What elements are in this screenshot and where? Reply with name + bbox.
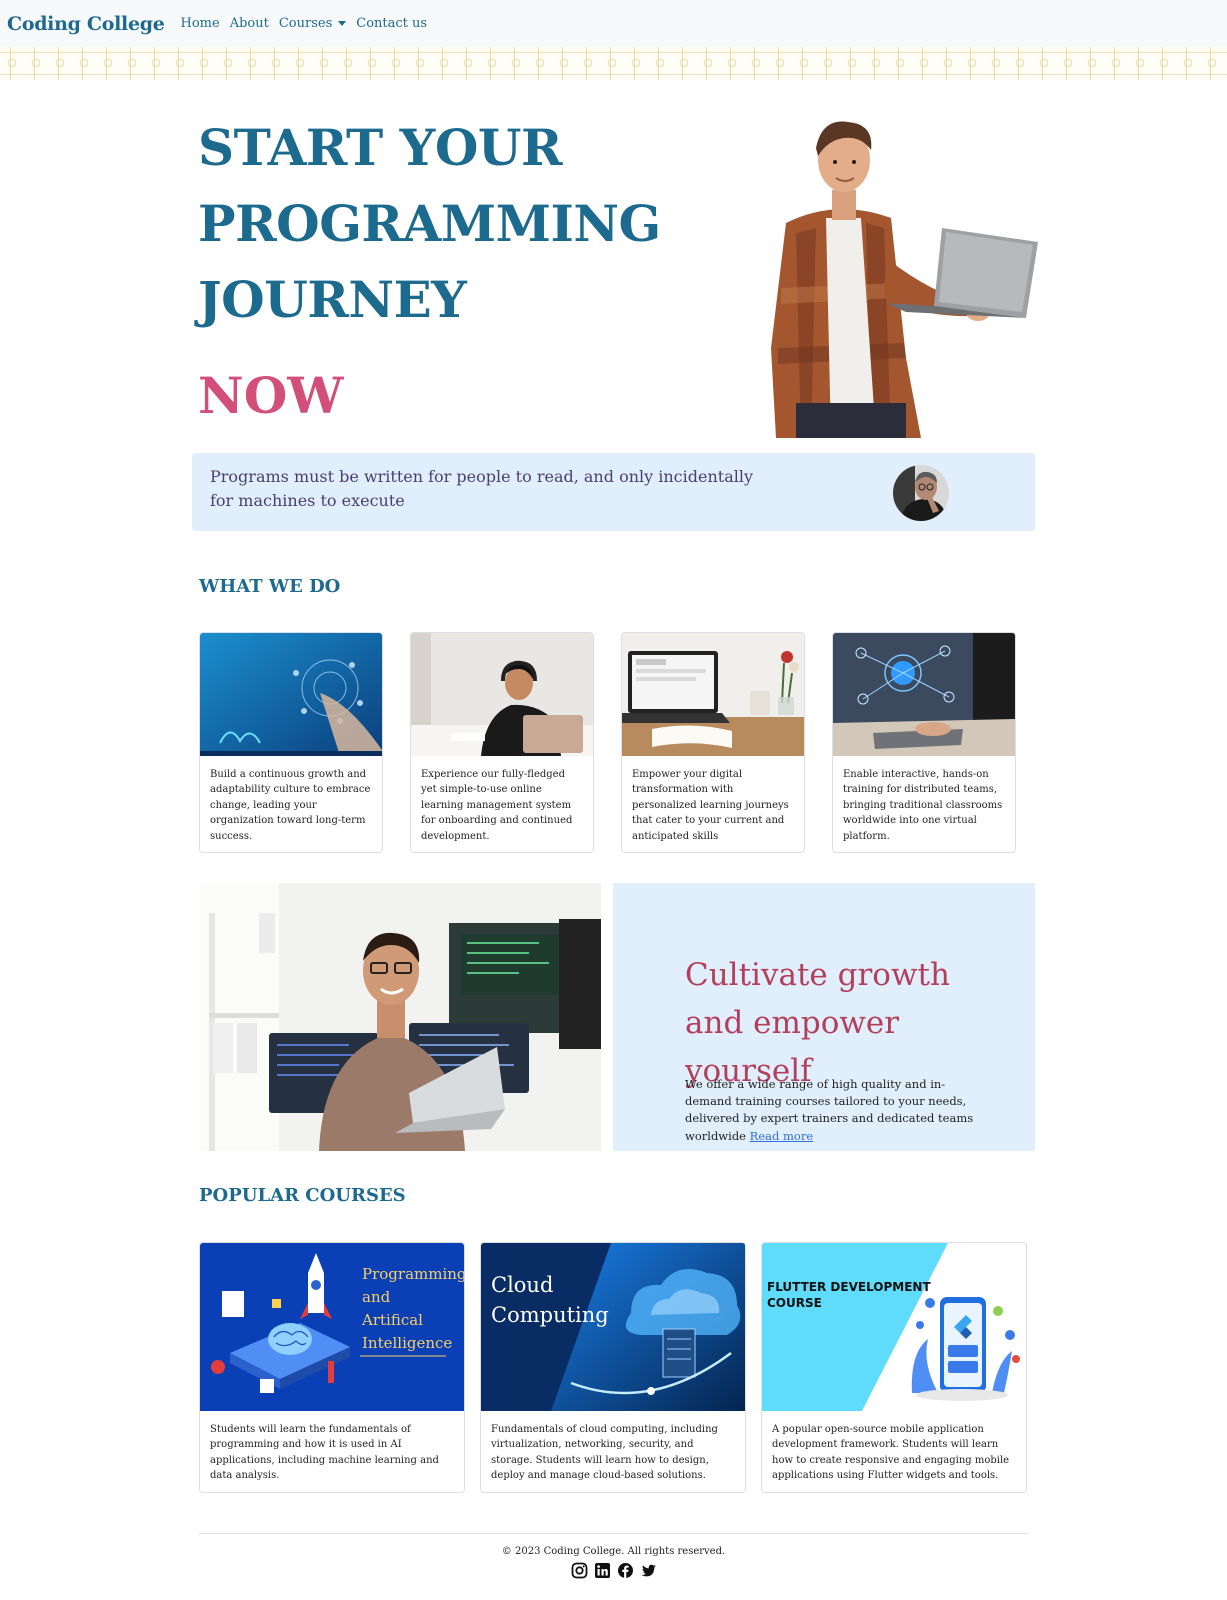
course-card-cloud[interactable]: Cloud Computing Fundamentals of cloud co… <box>480 1242 746 1493</box>
nav-home-link[interactable]: Home <box>181 16 220 31</box>
course-image-line: Computing <box>491 1303 609 1327</box>
brand-logo[interactable]: Coding College <box>7 13 165 35</box>
quote-author-avatar <box>893 465 949 521</box>
course-card-ai[interactable]: Programming and Artifical Intelligence S… <box>199 1242 465 1493</box>
course-card-flutter[interactable]: FLUTTER DEVELOPMENT COURSE A popular ope… <box>761 1242 1027 1493</box>
footer-copyright: © 2023 Coding College. All rights reserv… <box>501 1546 726 1557</box>
feature-panel: Cultivate growth and empower yourself We… <box>613 883 1035 1151</box>
service-card-image <box>833 633 1015 756</box>
twitter-icon[interactable] <box>640 1562 657 1579</box>
chevron-down-icon <box>338 21 347 26</box>
hero-title-line-3: JOURNEY <box>198 270 467 329</box>
feature-description-text: We offer a wide range of high quality an… <box>685 1077 974 1143</box>
navbar: Coding College Home About Courses Contac… <box>0 0 1227 47</box>
course-card-image: Programming and Artifical Intelligence <box>200 1243 464 1411</box>
service-card-text: Experience our fully-fledged yet simple-… <box>421 769 573 842</box>
feature-title: Cultivate growth and empower yourself <box>685 957 950 1089</box>
course-image-line: Artifical <box>361 1311 423 1329</box>
course-image-line: Cloud <box>491 1273 553 1297</box>
hero-title-line-2: PROGRAMMING <box>198 194 661 253</box>
course-card-image: FLUTTER DEVELOPMENT COURSE <box>762 1243 1026 1411</box>
course-card-image: Cloud Computing <box>481 1243 745 1411</box>
course-card-text: Fundamentals of cloud computing, includi… <box>491 1424 718 1482</box>
course-image-line: FLUTTER DEVELOPMENT <box>767 1280 931 1294</box>
nav-courses-label: Courses <box>278 16 333 31</box>
course-card-text: Students will learn the fundamentals of … <box>210 1424 439 1482</box>
what-we-do-heading: WHAT WE DO <box>199 576 341 597</box>
decorative-pattern-band <box>0 47 1227 80</box>
course-card-text: A popular open-source mobile application… <box>772 1424 1010 1482</box>
course-image-line: COURSE <box>767 1296 822 1310</box>
linkedin-icon[interactable] <box>594 1562 611 1579</box>
nav-about-link[interactable]: About <box>230 16 269 31</box>
nav-courses-dropdown[interactable]: Courses <box>278 16 347 31</box>
service-card-virtual[interactable]: Enable interactive, hands-on training fo… <box>832 632 1016 853</box>
feature-description: We offer a wide range of high quality an… <box>685 1076 985 1145</box>
course-image-line: and <box>362 1288 391 1306</box>
quote-banner: Programs must be written for people to r… <box>192 453 1035 531</box>
read-more-link[interactable]: Read more <box>750 1129 813 1143</box>
service-card-image <box>411 633 593 756</box>
hero-title-line-1: START YOUR <box>198 118 563 177</box>
course-image-line: Programming <box>362 1265 464 1283</box>
service-card-growth[interactable]: Build a continuous growth and adaptabili… <box>199 632 383 853</box>
service-card-text: Build a continuous growth and adaptabili… <box>210 769 371 842</box>
footer-divider <box>199 1533 1028 1534</box>
social-links <box>571 1562 657 1579</box>
service-card-transformation[interactable]: Empower your digital transformation with… <box>621 632 805 853</box>
service-card-lms[interactable]: Experience our fully-fledged yet simple-… <box>410 632 594 853</box>
hero-student-image <box>756 118 1056 438</box>
facebook-icon[interactable] <box>617 1562 634 1579</box>
service-card-image <box>200 633 382 756</box>
service-card-text: Empower your digital transformation with… <box>632 769 789 842</box>
instagram-icon[interactable] <box>571 1562 588 1579</box>
service-card-image <box>622 633 804 756</box>
popular-courses-heading: POPULAR COURSES <box>199 1185 406 1206</box>
hero-accent-now: NOW <box>198 366 344 425</box>
nav-contact-link[interactable]: Contact us <box>356 16 427 31</box>
quote-text: Programs must be written for people to r… <box>210 467 753 510</box>
course-image-line: Intelligence <box>362 1334 452 1352</box>
service-card-text: Enable interactive, hands-on training fo… <box>843 769 1003 842</box>
feature-developer-image <box>199 883 601 1151</box>
